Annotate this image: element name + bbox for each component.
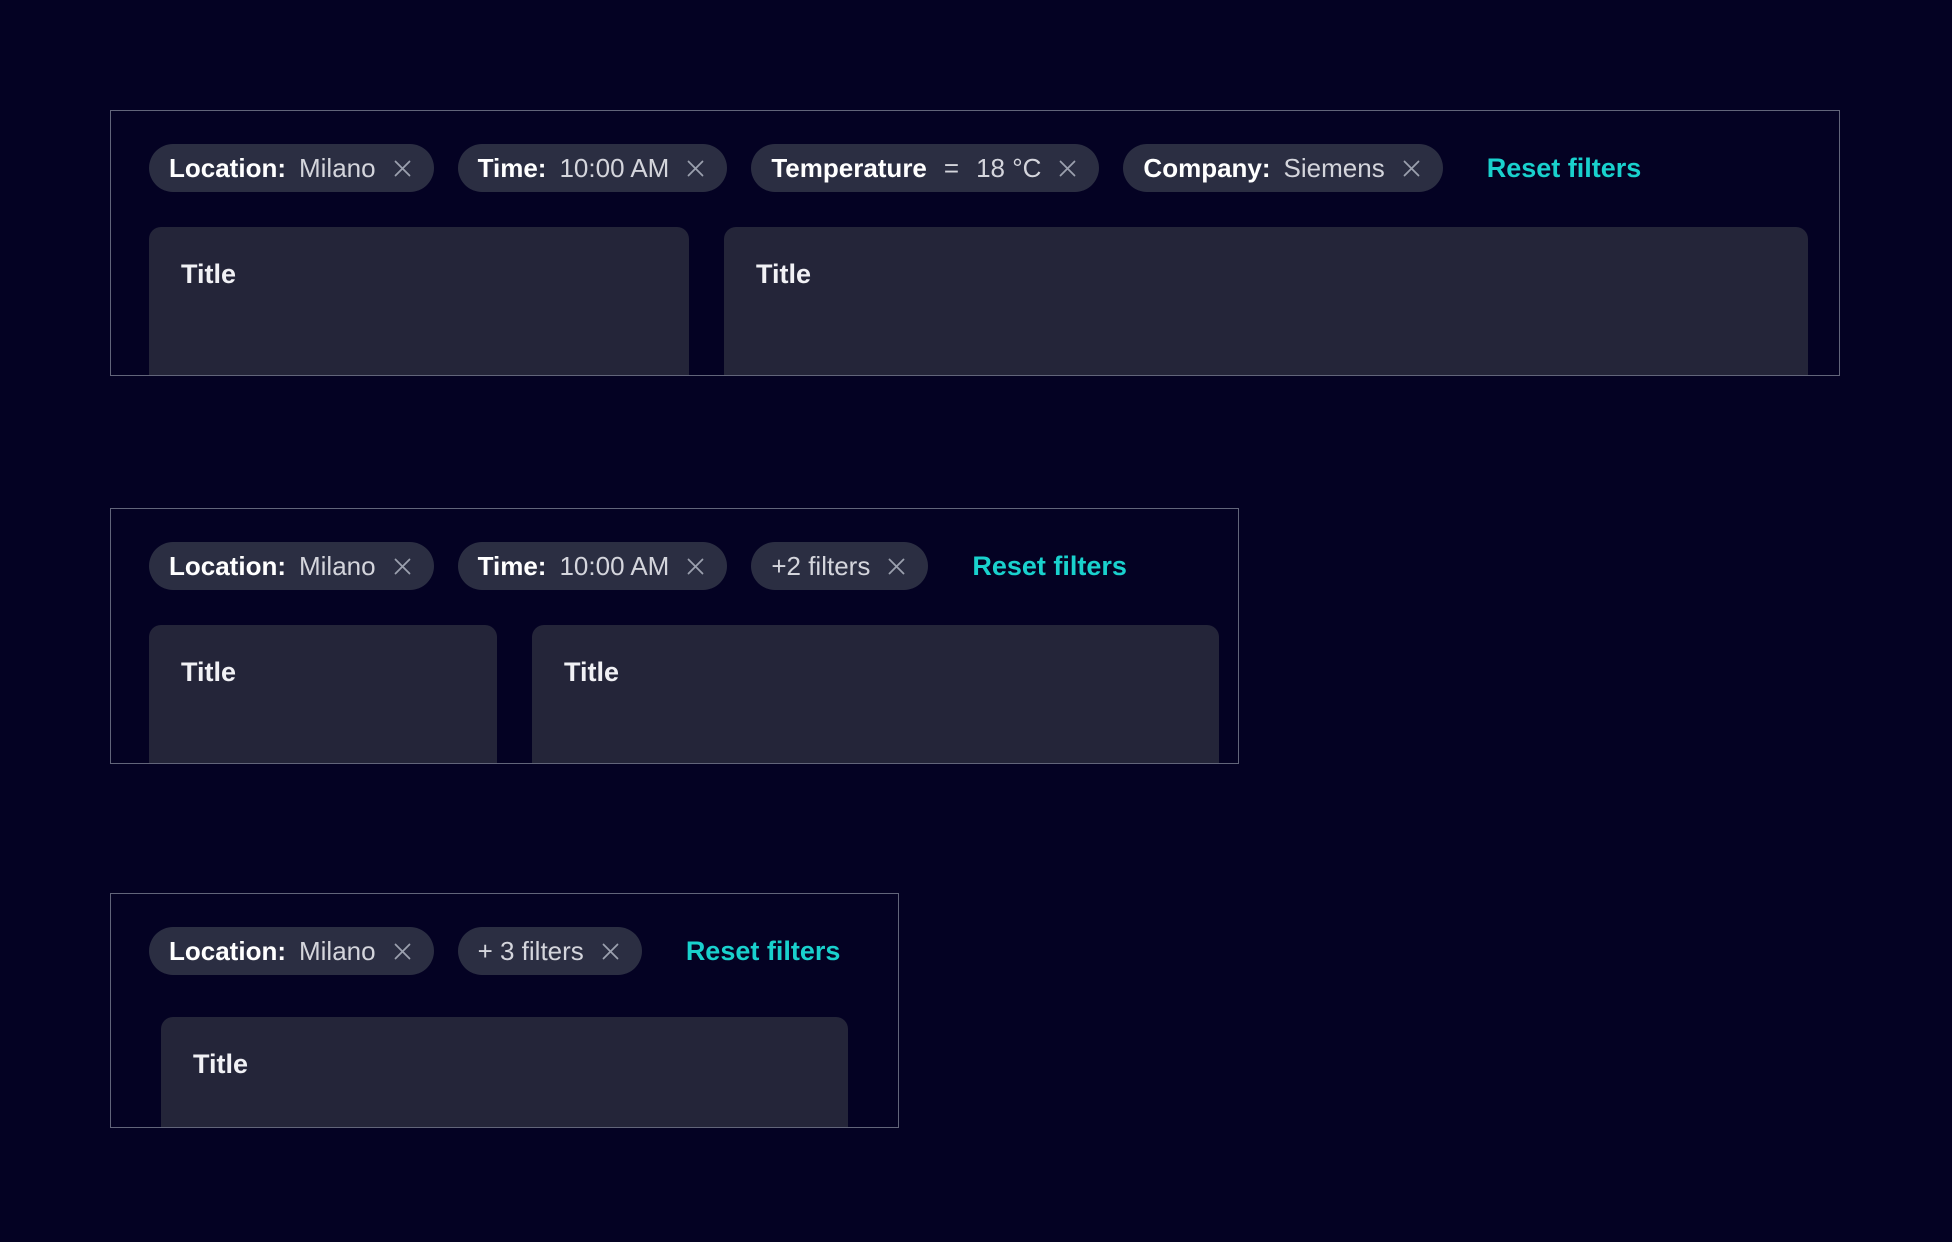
filter-chip-operator: = <box>944 155 959 181</box>
filter-chip-value: + 3 filters <box>478 938 584 964</box>
filter-chip[interactable]: Temperature = 18 °C <box>751 144 1099 192</box>
close-icon[interactable] <box>599 940 622 963</box>
close-icon[interactable] <box>1056 157 1079 180</box>
filter-chip[interactable]: Location: Milano <box>149 542 434 590</box>
filter-chip[interactable]: Time: 10:00 AM <box>458 542 728 590</box>
filter-chip[interactable]: Time: 10:00 AM <box>458 144 728 192</box>
filter-chip-value: Milano <box>299 155 376 181</box>
card-title: Title <box>756 259 1776 290</box>
filter-chip-value: +2 filters <box>771 553 870 579</box>
close-icon[interactable] <box>684 555 707 578</box>
filter-chips-row: Location: Milano Time: 10:00 AM Temperat… <box>149 144 1801 192</box>
card-title: Title <box>193 1049 816 1080</box>
close-icon[interactable] <box>391 157 414 180</box>
close-icon[interactable] <box>391 555 414 578</box>
cards-row: Title Title <box>149 227 1801 376</box>
card: Title <box>532 625 1219 764</box>
filter-chip-label: Temperature <box>771 155 927 181</box>
close-icon[interactable] <box>885 555 908 578</box>
filter-chip[interactable]: +2 filters <box>751 542 928 590</box>
filter-chip[interactable]: Location: Milano <box>149 144 434 192</box>
filter-chip-label: Location: <box>169 155 286 181</box>
reset-filters-link[interactable]: Reset filters <box>972 551 1127 582</box>
filter-panel-three-collapsed: Location: Milano + 3 filters Reset filte… <box>110 893 899 1128</box>
filter-chip-value: 10:00 AM <box>559 155 669 181</box>
card: Title <box>724 227 1808 376</box>
card-title: Title <box>181 259 657 290</box>
filter-chip-value: Siemens <box>1284 155 1385 181</box>
filter-chips-row: Location: Milano Time: 10:00 AM +2 filte… <box>149 542 1200 590</box>
cards-row: Title <box>161 1017 860 1128</box>
reset-filters-link[interactable]: Reset filters <box>686 936 841 967</box>
card: Title <box>149 625 497 764</box>
filter-chip[interactable]: Company: Siemens <box>1123 144 1442 192</box>
filter-chip-label: Time: <box>478 155 547 181</box>
filter-chip[interactable]: Location: Milano <box>149 927 434 975</box>
card: Title <box>149 227 689 376</box>
filter-panel-two-collapsed: Location: Milano Time: 10:00 AM +2 filte… <box>110 508 1239 764</box>
close-icon[interactable] <box>391 940 414 963</box>
card-title: Title <box>564 657 1187 688</box>
filter-chip-label: Location: <box>169 553 286 579</box>
filter-chip-value: Milano <box>299 938 376 964</box>
filter-chip-label: Company: <box>1143 155 1270 181</box>
filter-panel-expanded: Location: Milano Time: 10:00 AM Temperat… <box>110 110 1840 376</box>
close-icon[interactable] <box>1400 157 1423 180</box>
filter-chip-label: Time: <box>478 553 547 579</box>
filter-chip-value: 18 °C <box>976 155 1041 181</box>
filter-chip[interactable]: + 3 filters <box>458 927 642 975</box>
filter-chip-value: Milano <box>299 553 376 579</box>
filter-chip-label: Location: <box>169 938 286 964</box>
filter-chips-row: Location: Milano + 3 filters Reset filte… <box>149 927 860 975</box>
filter-chip-value: 10:00 AM <box>559 553 669 579</box>
reset-filters-link[interactable]: Reset filters <box>1487 153 1642 184</box>
close-icon[interactable] <box>684 157 707 180</box>
card: Title <box>161 1017 848 1128</box>
cards-row: Title Title <box>149 625 1200 764</box>
card-title: Title <box>181 657 465 688</box>
